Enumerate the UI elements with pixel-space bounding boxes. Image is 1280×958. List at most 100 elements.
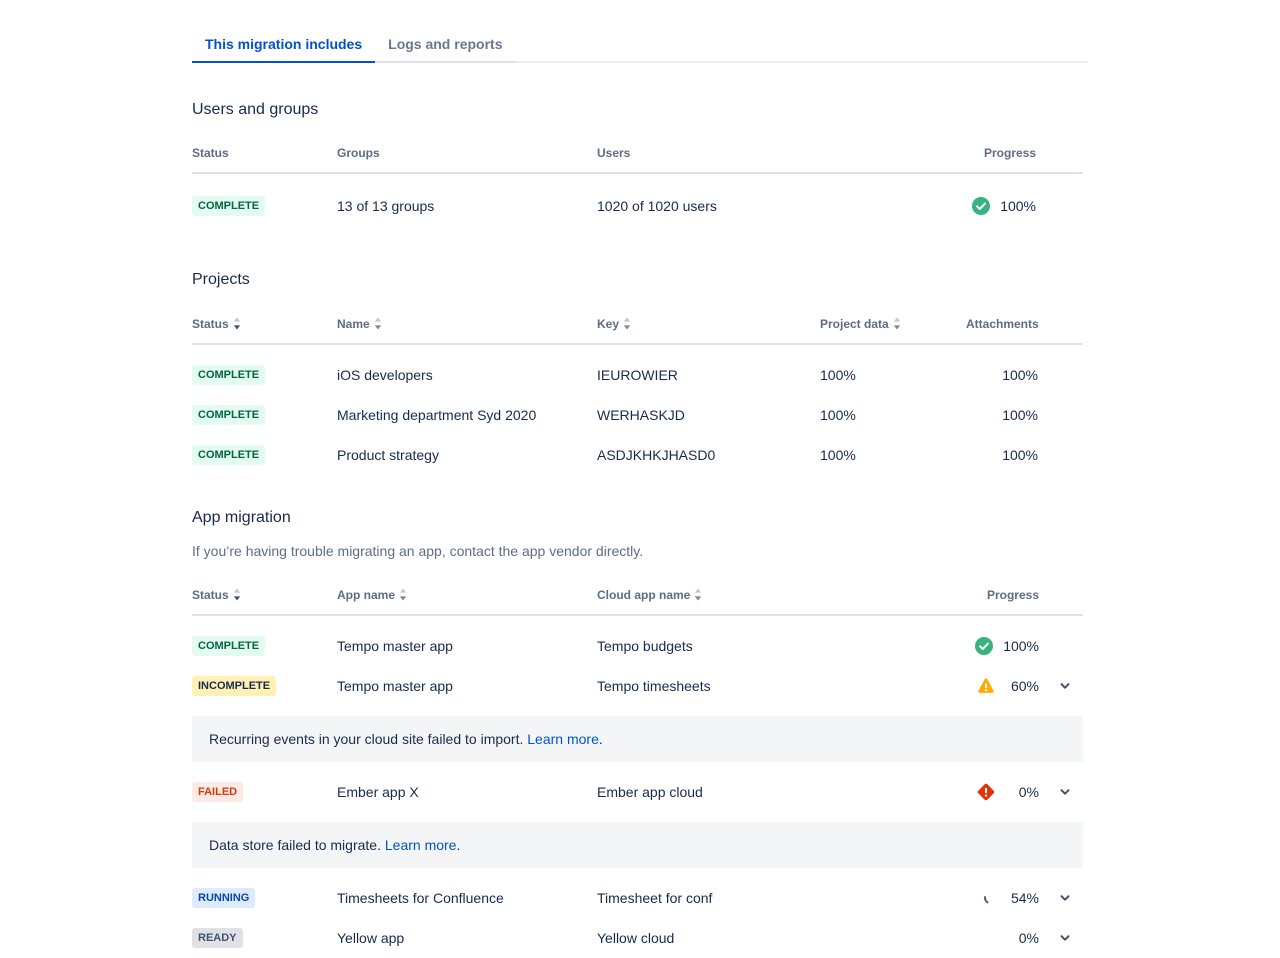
status-badge: COMPLETE <box>192 365 265 385</box>
progress-value: 60% <box>1005 678 1039 694</box>
progress-value: 54% <box>1005 890 1039 906</box>
app-name: Tempo master app <box>337 638 597 654</box>
expand-row-button[interactable] <box>1055 928 1075 948</box>
tab-this-migration-includes[interactable]: This migration includes <box>192 30 375 63</box>
table-row: COMPLETE Product strategy ASDJKHKJHASD0 … <box>192 435 1083 475</box>
column-header-status: Status <box>192 146 337 160</box>
project-key: WERHASKJD <box>597 407 820 423</box>
chevron-down-icon <box>1057 930 1073 946</box>
project-data-value: 100% <box>820 407 966 423</box>
table-row: INCOMPLETE Tempo master app Tempo timesh… <box>192 666 1083 706</box>
progress-value: 100% <box>1003 638 1039 654</box>
row-message: Data store failed to migrate. Learn more… <box>192 822 1083 868</box>
app-name: Timesheets for Confluence <box>337 890 597 906</box>
status-badge: FAILED <box>192 782 243 802</box>
table-row: COMPLETE 13 of 13 groups 1020 of 1020 us… <box>192 184 1083 228</box>
sort-icon <box>233 588 241 601</box>
users-and-groups-section: Users and groups Status Groups Users Pro… <box>192 100 1083 228</box>
app-name: Ember app X <box>337 784 597 800</box>
message-suffix: . <box>456 837 460 853</box>
section-title-app-migration: App migration <box>192 508 1083 528</box>
cloud-app-name: Timesheet for conf <box>597 890 820 906</box>
expand-row-button[interactable] <box>1055 676 1075 696</box>
app-migration-section: App migration If you’re having trouble m… <box>192 508 1083 958</box>
tab-logs-and-reports[interactable]: Logs and reports <box>375 30 515 63</box>
tab-bar: This migration includes Logs and reports <box>192 30 1088 63</box>
project-name: Product strategy <box>337 447 597 463</box>
check-circle-icon <box>971 196 991 216</box>
table-row: COMPLETE iOS developers IEUROWIER 100% 1… <box>192 355 1083 395</box>
column-header-users: Users <box>597 146 820 160</box>
projects-table-header: Status Name Key Project data <box>192 304 1083 345</box>
column-header-attachments: Attachments <box>966 317 1084 331</box>
status-badge: COMPLETE <box>192 196 265 216</box>
cloud-app-name: Yellow cloud <box>597 930 820 946</box>
users-table-body: COMPLETE 13 of 13 groups 1020 of 1020 us… <box>192 174 1083 228</box>
cloud-app-name: Tempo timesheets <box>597 678 820 694</box>
progress-value: 100% <box>1000 198 1036 214</box>
apps-table-body: COMPLETE Tempo master app Tempo budgets … <box>192 616 1083 958</box>
column-header-name[interactable]: Name <box>337 317 597 331</box>
projects-table-body: COMPLETE iOS developers IEUROWIER 100% 1… <box>192 345 1083 475</box>
message-text: Data store failed to migrate. <box>209 837 381 853</box>
status-badge: READY <box>192 928 243 948</box>
app-name: Tempo master app <box>337 678 597 694</box>
sort-icon <box>623 317 631 330</box>
table-row: FAILED Ember app X Ember app cloud 0% <box>192 772 1083 812</box>
column-header-progress: Progress <box>820 588 1047 602</box>
column-header-status[interactable]: Status <box>192 588 337 602</box>
sort-icon <box>233 317 241 330</box>
project-name: iOS developers <box>337 367 597 383</box>
column-header-groups: Groups <box>337 146 597 160</box>
table-row: COMPLETE Tempo master app Tempo budgets … <box>192 626 1083 666</box>
check-circle-icon <box>974 636 994 656</box>
apps-table-header: Status App name Cloud app name Progress <box>192 575 1083 616</box>
project-data-value: 100% <box>820 447 966 463</box>
table-row: READY Yellow app Yellow cloud 0% <box>192 918 1083 958</box>
sort-icon <box>694 588 702 601</box>
message-text: Recurring events in your cloud site fail… <box>209 731 523 747</box>
error-icon <box>976 782 996 802</box>
table-row: RUNNING Timesheets for Confluence Timesh… <box>192 878 1083 918</box>
table-row: COMPLETE Marketing department Syd 2020 W… <box>192 395 1083 435</box>
project-key: ASDJKHKJHASD0 <box>597 447 820 463</box>
chevron-down-icon <box>1057 678 1073 694</box>
project-data-value: 100% <box>820 367 966 383</box>
status-badge: COMPLETE <box>192 636 265 656</box>
column-header-project-data[interactable]: Project data <box>820 317 966 331</box>
learn-more-link[interactable]: Learn more <box>385 837 457 853</box>
section-title-users-and-groups: Users and groups <box>192 100 1083 120</box>
project-key: IEUROWIER <box>597 367 820 383</box>
message-suffix: . <box>599 731 603 747</box>
cloud-app-name: Ember app cloud <box>597 784 820 800</box>
chevron-down-icon <box>1057 784 1073 800</box>
attachments-value: 100% <box>966 407 1083 423</box>
status-badge: COMPLETE <box>192 405 265 425</box>
projects-section: Projects Status Name Key Pr <box>192 270 1083 474</box>
section-title-projects: Projects <box>192 270 1083 290</box>
users-table-header: Status Groups Users Progress <box>192 133 1083 174</box>
sort-icon <box>374 317 382 330</box>
column-header-app-name[interactable]: App name <box>337 588 597 602</box>
column-header-progress: Progress <box>820 146 1083 160</box>
cloud-app-name: Tempo budgets <box>597 638 820 654</box>
page-content: This migration includes Logs and reports… <box>192 0 1088 958</box>
spinner-icon <box>982 890 998 906</box>
expand-row-button[interactable] <box>1055 782 1075 802</box>
status-badge: INCOMPLETE <box>192 676 276 696</box>
warning-icon <box>976 676 996 696</box>
app-name: Yellow app <box>337 930 597 946</box>
learn-more-link[interactable]: Learn more <box>527 731 599 747</box>
status-badge: COMPLETE <box>192 445 265 465</box>
column-header-key[interactable]: Key <box>597 317 820 331</box>
progress-value: 0% <box>1005 784 1039 800</box>
row-message: Recurring events in your cloud site fail… <box>192 716 1083 762</box>
sort-icon <box>893 317 901 330</box>
users-count: 1020 of 1020 users <box>597 198 820 214</box>
app-migration-description: If you’re having trouble migrating an ap… <box>192 541 1083 561</box>
column-header-status[interactable]: Status <box>192 317 337 331</box>
groups-count: 13 of 13 groups <box>337 198 597 214</box>
project-name: Marketing department Syd 2020 <box>337 407 597 423</box>
column-header-cloud-app-name[interactable]: Cloud app name <box>597 588 820 602</box>
chevron-down-icon <box>1057 890 1073 906</box>
